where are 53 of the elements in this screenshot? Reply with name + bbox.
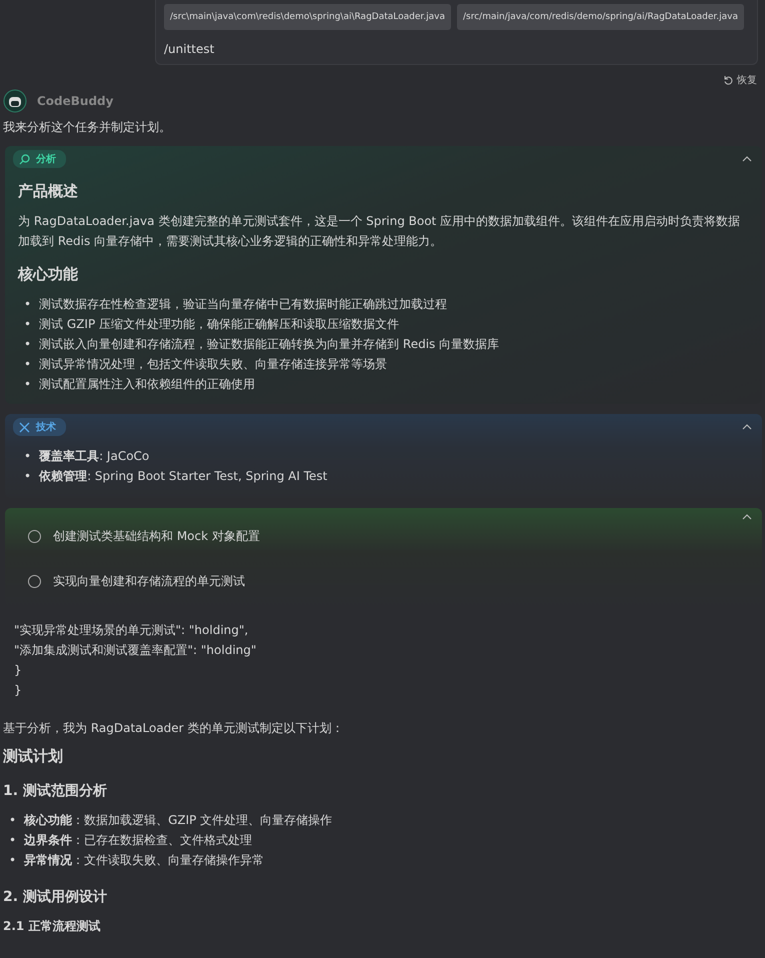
task-checkbox[interactable] — [28, 575, 41, 588]
list-item: 测试数据存在性检查逻辑，验证当向量存储中已有数据时能正确跳过加载过程 — [39, 296, 448, 313]
list-item: 覆盖率工具: JaCoCo — [39, 448, 150, 465]
list-item: 测试配置属性注入和依赖组件的正确使用 — [39, 376, 256, 393]
task-checkbox[interactable] — [28, 530, 41, 543]
message-text: /unittest — [164, 42, 216, 56]
collapse-button[interactable] — [740, 512, 754, 522]
subsection-heading: 2.1 正常流程测试 — [2, 918, 102, 935]
collapse-button[interactable] — [740, 422, 754, 432]
caret-icon — [742, 424, 752, 430]
section-label: 分析 — [36, 152, 56, 166]
section-heading: 2. 测试用例设计 — [2, 888, 108, 907]
code-line: "实现异常处理场景的单元测试": "holding", — [14, 622, 250, 639]
bullet: • — [24, 468, 32, 485]
bullet: • — [9, 832, 16, 849]
bullet: • — [24, 448, 32, 465]
code-line: } — [14, 682, 23, 699]
restore-button[interactable]: 恢复 — [723, 73, 757, 87]
list-item: 测试嵌入向量创建和存储流程，验证数据能正确转换为向量并存储到 Redis 向量数据库 — [39, 336, 500, 353]
bullet: • — [24, 336, 32, 353]
task-text: 实现向量创建和存储流程的单元测试 — [53, 573, 245, 590]
caret-icon — [742, 156, 752, 162]
list-item: 测试 GZIP 压缩文件处理功能，确保能正确解压和读取压缩数据文件 — [39, 316, 400, 333]
intro-text: 我来分析这个任务并制定计划。 — [2, 119, 172, 136]
section-heading: 核心功能 — [18, 265, 79, 284]
avatar-icon — [3, 89, 27, 113]
summary-text: 基于分析，我为 RagDataLoader 类的单元测试制定以下计划： — [2, 720, 344, 737]
paragraph: 为 RagDataLoader.java 类创建完整的单元测试套件，这是一个 Spring Boot 应用中的数据加载组件。该组件在应用启动时负责将数据加载到 Redis 向量存储中，需要测试其核心业务逻辑的正确性和异常处理能力。 — [18, 213, 742, 250]
restore-icon — [723, 75, 733, 85]
bullet: • — [24, 376, 32, 393]
list-item: 测试异常情况处理，包括文件读取失败、向量存储连接异常等场景 — [39, 356, 388, 373]
bullet: • — [9, 812, 16, 829]
bullet: • — [24, 296, 32, 313]
collapse-button[interactable] — [740, 154, 754, 164]
file-chip[interactable]: /src/main/java/com/redis/demo/spring/ai/RagDataLoader.java — [457, 4, 744, 30]
plan-heading: 测试计划 — [2, 746, 64, 767]
bullet: • — [24, 356, 32, 373]
caret-icon — [742, 514, 752, 520]
file-chip[interactable]: /src\main\java\com\redis\demo\spring\ai\RagDataLoader.java — [164, 4, 451, 30]
list-item: 边界条件：已存在数据检查、文件格式处理 — [24, 832, 252, 849]
list-item: 依赖管理: Spring Boot Starter Test, Spring AI Test — [39, 468, 328, 485]
list-item: 异常情况：文件读取失败、向量存储操作异常 — [24, 852, 264, 869]
task-text: 创建测试类基础结构和 Mock 对象配置 — [53, 528, 260, 545]
section-label: 技术 — [36, 420, 56, 434]
code-line: "添加集成测试和测试覆盖率配置": "holding" — [14, 642, 258, 659]
bullet: • — [24, 316, 32, 333]
section-heading: 1. 测试范围分析 — [2, 782, 108, 801]
search-icon — [19, 154, 30, 164]
assistant-name: CodeBuddy — [37, 94, 114, 108]
code-line: } — [14, 662, 23, 679]
section-heading: 产品概述 — [18, 182, 79, 201]
list-item: 核心功能：数据加载逻辑、GZIP 文件处理、向量存储操作 — [24, 812, 332, 829]
bullet: • — [9, 852, 16, 869]
